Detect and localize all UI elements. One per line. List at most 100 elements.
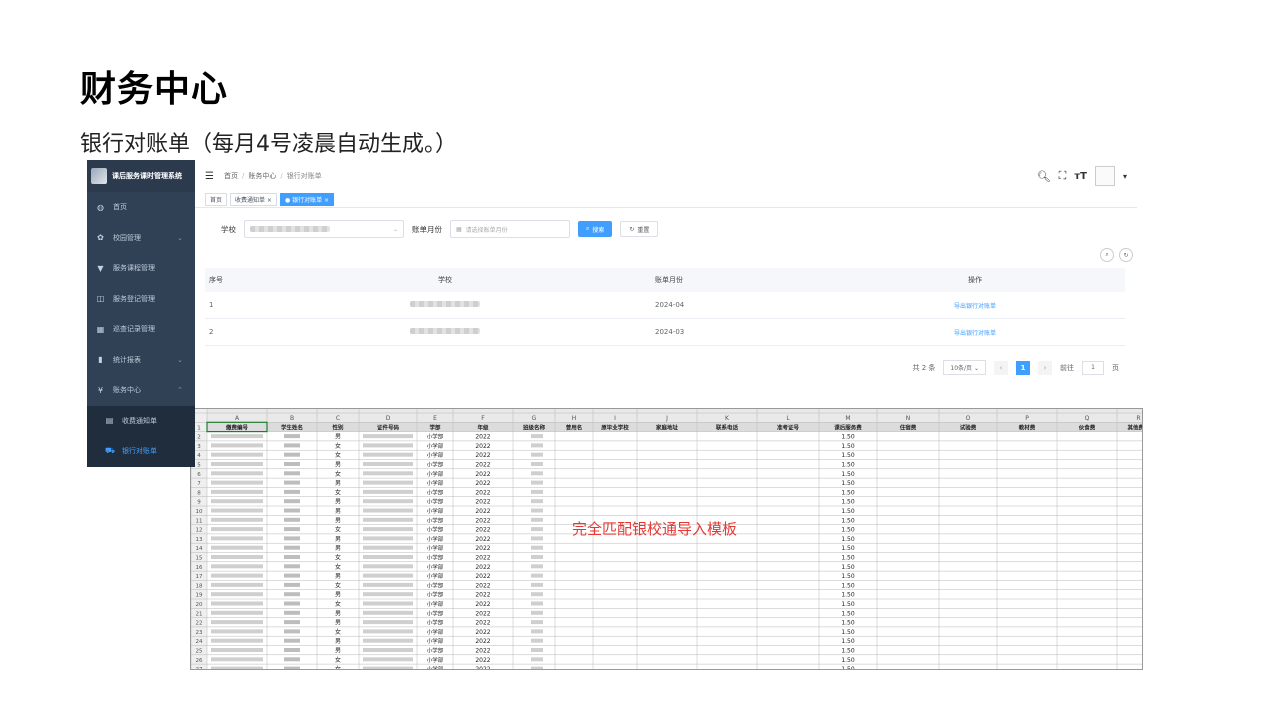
fee-cell[interactable]: 1.50 bbox=[841, 452, 855, 459]
year-cell[interactable]: 2022 bbox=[475, 480, 490, 487]
page-button-current[interactable]: 1 bbox=[1016, 360, 1030, 375]
chevron-down-icon[interactable]: ▾ bbox=[1123, 172, 1127, 181]
sheet-header-cell[interactable]: 年级 bbox=[477, 423, 489, 431]
fee-cell[interactable]: 1.50 bbox=[841, 499, 855, 506]
sidebar-item[interactable]: ▦ 巡查记录管理 bbox=[87, 314, 195, 345]
year-cell[interactable]: 2022 bbox=[475, 508, 490, 515]
column-letter[interactable]: F bbox=[481, 415, 485, 422]
year-cell[interactable]: 2022 bbox=[475, 462, 490, 469]
avatar[interactable] bbox=[1094, 166, 1115, 186]
sidebar-item[interactable]: ▼ 服务课程管理 bbox=[87, 253, 195, 284]
division-cell[interactable]: 小学部 bbox=[427, 619, 444, 627]
division-cell[interactable]: 小学部 bbox=[427, 554, 444, 562]
fee-cell[interactable]: 1.50 bbox=[841, 582, 855, 589]
sheet-header-cell[interactable]: 联系电话 bbox=[716, 423, 739, 431]
column-letter[interactable]: M bbox=[845, 415, 850, 422]
fee-cell[interactable]: 1.50 bbox=[841, 638, 855, 645]
goto-page-input[interactable]: 1 bbox=[1082, 360, 1104, 375]
view-tag[interactable]: 首页 bbox=[205, 193, 228, 206]
sheet-header-cell[interactable]: 准考证号 bbox=[777, 423, 800, 431]
fullscreen-icon[interactable]: ⛶ bbox=[1059, 169, 1067, 183]
division-cell[interactable]: 小学部 bbox=[427, 479, 444, 487]
fee-cell[interactable]: 1.50 bbox=[841, 601, 855, 608]
year-cell[interactable]: 2022 bbox=[475, 573, 490, 580]
gender-cell[interactable]: 女 bbox=[335, 470, 341, 478]
column-letter[interactable]: G bbox=[532, 415, 537, 422]
sheet-header-cell[interactable]: 曾用名 bbox=[566, 423, 583, 431]
year-cell[interactable]: 2022 bbox=[475, 545, 490, 552]
sheet-header-cell[interactable]: 家庭地址 bbox=[656, 423, 679, 431]
view-tag[interactable]: ● 银行对账单 × bbox=[279, 193, 335, 206]
column-letter[interactable]: D bbox=[386, 415, 391, 422]
gender-cell[interactable]: 女 bbox=[335, 451, 341, 459]
division-cell[interactable]: 小学部 bbox=[427, 451, 444, 459]
gender-cell[interactable]: 女 bbox=[335, 563, 341, 571]
export-statement-link[interactable]: 导出银行对账单 bbox=[954, 303, 996, 310]
gender-cell[interactable]: 男 bbox=[335, 638, 341, 645]
year-cell[interactable]: 2022 bbox=[475, 443, 490, 450]
gender-cell[interactable]: 男 bbox=[335, 620, 341, 627]
column-letter[interactable]: Q bbox=[1085, 415, 1090, 422]
fee-cell[interactable]: 1.50 bbox=[841, 573, 855, 580]
sheet-header-cell[interactable]: 住宿费 bbox=[900, 423, 917, 431]
sidebar-item[interactable]: ◫ 服务登记管理 bbox=[87, 284, 195, 315]
year-cell[interactable]: 2022 bbox=[475, 555, 490, 562]
year-cell[interactable]: 2022 bbox=[475, 666, 490, 670]
year-cell[interactable]: 2022 bbox=[475, 564, 490, 571]
search-icon[interactable]: 🔍︎ bbox=[1037, 170, 1051, 183]
sheet-header-cell[interactable]: 原毕业学校 bbox=[601, 423, 629, 431]
sidebar-item[interactable]: ¥ 账务中心 ⌃ bbox=[87, 375, 195, 406]
gender-cell[interactable]: 男 bbox=[335, 517, 341, 524]
sidebar-brand[interactable]: 课后服务课时管理系统 bbox=[87, 160, 195, 192]
sidebar-subitem[interactable]: ▤ 收费通知单 bbox=[87, 405, 195, 436]
year-cell[interactable]: 2022 bbox=[475, 434, 490, 441]
view-tag[interactable]: 收费通知单 × bbox=[230, 193, 277, 206]
year-cell[interactable]: 2022 bbox=[475, 471, 490, 478]
reset-button[interactable]: ↻ 重置 bbox=[620, 221, 659, 237]
year-cell[interactable]: 2022 bbox=[475, 489, 490, 496]
sheet-header-cell[interactable]: 班级名称 bbox=[523, 423, 546, 431]
year-cell[interactable]: 2022 bbox=[475, 610, 490, 617]
prev-page-button[interactable]: ‹ bbox=[994, 360, 1008, 375]
division-cell[interactable]: 小学部 bbox=[427, 647, 444, 655]
sheet-header-cell[interactable]: 伙食费 bbox=[1079, 423, 1096, 431]
year-cell[interactable]: 2022 bbox=[475, 629, 490, 636]
fee-cell[interactable]: 1.50 bbox=[841, 536, 855, 543]
fee-cell[interactable]: 1.50 bbox=[841, 434, 855, 441]
sheet-header-cell[interactable]: 缴费编号 bbox=[226, 423, 249, 431]
fee-cell[interactable]: 1.50 bbox=[841, 555, 855, 562]
gender-cell[interactable]: 男 bbox=[335, 545, 341, 552]
division-cell[interactable]: 小学部 bbox=[427, 591, 444, 599]
breadcrumb-finance[interactable]: 账务中心 bbox=[248, 171, 276, 181]
column-letter[interactable]: B bbox=[290, 415, 294, 422]
gender-cell[interactable]: 女 bbox=[335, 656, 341, 664]
fee-cell[interactable]: 1.50 bbox=[841, 480, 855, 487]
division-cell[interactable]: 小学部 bbox=[427, 507, 444, 515]
sheet-header-cell[interactable]: 性别 bbox=[331, 423, 344, 431]
gender-cell[interactable]: 女 bbox=[335, 600, 341, 608]
export-statement-link[interactable]: 导出银行对账单 bbox=[954, 330, 996, 337]
breadcrumb-home[interactable]: 首页 bbox=[224, 171, 238, 181]
year-cell[interactable]: 2022 bbox=[475, 527, 490, 534]
fee-cell[interactable]: 1.50 bbox=[841, 508, 855, 515]
division-cell[interactable]: 小学部 bbox=[427, 563, 444, 571]
school-select[interactable]: ⌄ bbox=[244, 220, 404, 238]
gender-cell[interactable]: 男 bbox=[335, 462, 341, 469]
column-letter[interactable]: I bbox=[614, 415, 616, 422]
sidebar-item[interactable]: ✿ 校园管理 ⌄ bbox=[87, 223, 195, 254]
column-letter[interactable]: O bbox=[966, 415, 971, 422]
gender-cell[interactable]: 女 bbox=[335, 442, 341, 450]
sidebar-item[interactable]: ▮ 统计报表 ⌄ bbox=[87, 345, 195, 376]
fee-cell[interactable]: 1.50 bbox=[841, 610, 855, 617]
gender-cell[interactable]: 男 bbox=[335, 573, 341, 580]
page-size-select[interactable]: 10条/页 ⌄ bbox=[943, 360, 986, 375]
month-picker[interactable]: ▦ 请选择账单月份 bbox=[450, 220, 570, 238]
division-cell[interactable]: 小学部 bbox=[427, 488, 444, 496]
year-cell[interactable]: 2022 bbox=[475, 657, 490, 664]
sheet-header-cell[interactable]: 学部 bbox=[429, 423, 441, 431]
fee-cell[interactable]: 1.50 bbox=[841, 462, 855, 469]
division-cell[interactable]: 小学部 bbox=[427, 461, 444, 469]
division-cell[interactable]: 小学部 bbox=[427, 544, 444, 552]
column-letter[interactable]: R bbox=[1136, 415, 1140, 422]
division-cell[interactable]: 小学部 bbox=[427, 470, 444, 478]
